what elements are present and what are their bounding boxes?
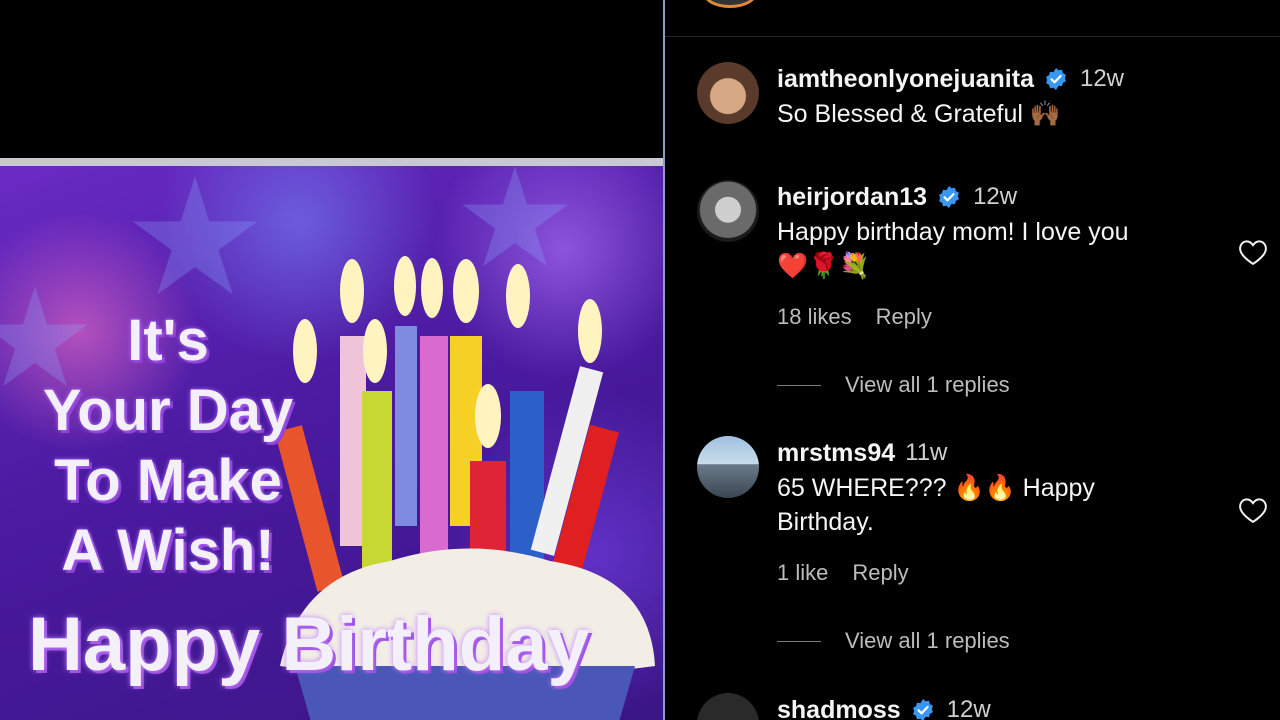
comment-header: shadmoss 12w: [777, 693, 1217, 720]
header-separator: [665, 36, 1280, 37]
reply-button[interactable]: Reply: [852, 560, 908, 586]
avatar[interactable]: [697, 62, 759, 124]
replies-line: [777, 640, 821, 642]
view-replies-label[interactable]: View all 1 replies: [845, 372, 1010, 398]
comment-header: heirjordan13 12w: [777, 180, 1217, 214]
star-decoration: [132, 176, 258, 295]
likes-count[interactable]: 1 like: [777, 560, 828, 586]
comment-content: heirjordan13 12w Happy birthday mom! I l…: [777, 180, 1217, 283]
comment-text-body: Happy birthday mom! I love you: [777, 218, 1129, 246]
heart-icon[interactable]: [1238, 238, 1268, 266]
comment-time[interactable]: 12w: [947, 696, 991, 720]
post-image[interactable]: It's Your Day To Make A Wish! Happy Birt…: [0, 158, 663, 720]
comment-username[interactable]: shadmoss: [777, 696, 901, 720]
comment-emoji: 🙌🏾: [1029, 99, 1062, 128]
view-replies[interactable]: View all 1 replies: [777, 372, 1010, 398]
avatar[interactable]: [697, 180, 759, 242]
comment-username[interactable]: mrstms94: [777, 439, 895, 468]
verified-badge-icon: [912, 699, 933, 720]
verified-badge-icon: [1046, 68, 1066, 90]
avatar[interactable]: [697, 693, 759, 720]
wish-line: It's: [127, 308, 209, 373]
view-replies[interactable]: View all 1 replies: [777, 628, 1010, 654]
comment-emoji: ❤️🌹💐: [777, 251, 871, 280]
comment-text: 65 WHERE??? 🔥🔥 Happy Birthday.: [777, 474, 1095, 536]
avatar[interactable]: [697, 436, 759, 498]
comment-username[interactable]: heirjordan13: [777, 183, 927, 212]
comment-content: shadmoss 12w: [777, 693, 1217, 720]
comment-actions: 18 likes Reply: [777, 304, 932, 330]
post-author-avatar[interactable]: [703, 0, 757, 8]
comment-text-body: So Blessed & Grateful: [777, 100, 1023, 128]
comment-username[interactable]: iamtheonlyonejuanita: [777, 65, 1034, 94]
comment-time[interactable]: 12w: [973, 183, 1017, 211]
post-top-black-bar: [0, 0, 663, 158]
comment-header: mrstms94 11w: [777, 436, 1217, 470]
wish-line: Your Day: [42, 378, 294, 443]
comment-text: Happy birthday mom! I love you ❤️🌹💐: [777, 215, 1217, 283]
reply-button[interactable]: Reply: [876, 304, 932, 330]
verified-badge-icon: [939, 186, 959, 208]
wish-text: It's Your Day To Make A Wish!: [18, 306, 318, 586]
comment-content: mrstms94 11w 65 WHERE??? 🔥🔥 Happy Birthd…: [777, 436, 1217, 539]
comment-time[interactable]: 11w: [905, 439, 947, 467]
wish-line: To Make: [54, 448, 282, 513]
heart-icon[interactable]: [1238, 496, 1268, 524]
comment-text: So Blessed & Grateful 🙌🏾: [777, 97, 1217, 131]
comment-header: iamtheonlyonejuanita 12w: [777, 62, 1217, 96]
view-replies-label[interactable]: View all 1 replies: [845, 628, 1010, 654]
likes-count[interactable]: 18 likes: [777, 304, 852, 330]
happy-birthday-text: Happy Birthday: [28, 602, 590, 687]
replies-line: [777, 384, 821, 386]
comments-panel[interactable]: iamtheonlyonejuanita 12w So Blessed & Gr…: [665, 0, 1280, 720]
comment-actions: 1 like Reply: [777, 560, 909, 586]
comment-time[interactable]: 12w: [1080, 65, 1124, 93]
wish-line: A Wish!: [61, 518, 275, 583]
comment-content: iamtheonlyonejuanita 12w So Blessed & Gr…: [777, 62, 1217, 131]
